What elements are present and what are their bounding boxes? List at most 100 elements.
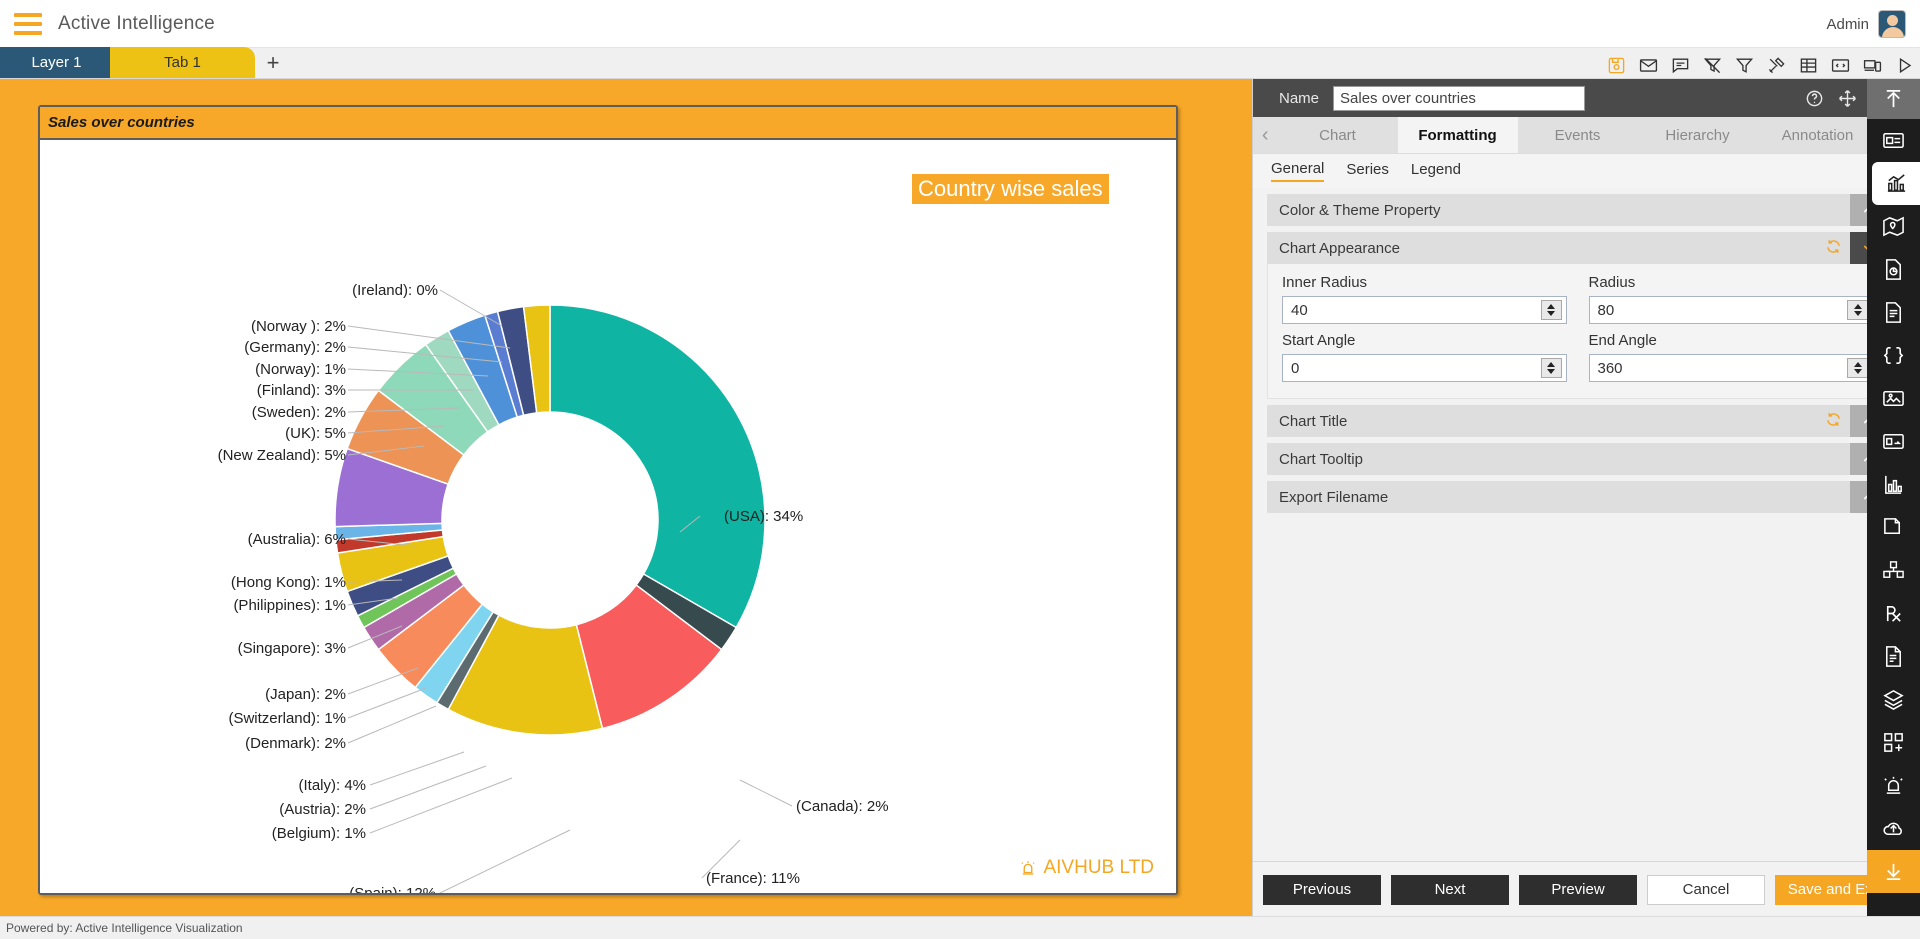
table-icon[interactable]	[1798, 55, 1818, 75]
field-end-angle: End Angle	[1588, 332, 1873, 382]
pie-label: (New Zealand): 5%	[217, 447, 346, 464]
radius-input[interactable]	[1589, 297, 1847, 323]
avatar-icon[interactable]	[1878, 10, 1906, 38]
download-icon[interactable]	[1867, 850, 1920, 893]
panel-footer: Previous Next Preview Cancel Save and Ex…	[1253, 861, 1903, 917]
start-angle-label: Start Angle	[1282, 332, 1356, 349]
pie-label: (Germany): 2%	[244, 339, 346, 356]
radius-stepper[interactable]	[1588, 296, 1873, 324]
tab-events[interactable]: Events	[1517, 117, 1638, 153]
section-body: Inner Radius Radius Start Angle	[1267, 264, 1888, 399]
stepper-arrows-icon[interactable]	[1847, 358, 1868, 378]
comment-icon[interactable]	[1670, 55, 1690, 75]
devices-icon[interactable]	[1862, 55, 1882, 75]
section-header[interactable]: Chart Appearance	[1267, 232, 1888, 264]
map-icon[interactable]	[1867, 205, 1920, 248]
stepper-arrows-icon[interactable]	[1540, 358, 1562, 378]
user-area[interactable]: Admin	[1826, 0, 1906, 48]
subtab-legend[interactable]: Legend	[1411, 161, 1461, 181]
section-title: Color & Theme Property	[1279, 201, 1441, 219]
chart-area: Country wise sales (Ireland): 0% (Norway…	[40, 140, 1176, 895]
pie-label: (Japan): 2%	[265, 686, 346, 703]
refresh-icon[interactable]	[1825, 238, 1842, 259]
end-angle-input[interactable]	[1589, 355, 1847, 381]
move-icon[interactable]	[1837, 88, 1857, 108]
section-color-theme: Color & Theme Property	[1267, 194, 1888, 226]
layers-icon[interactable]	[1867, 678, 1920, 721]
tab-strip: Layer 1 Tab 1 +	[0, 47, 1920, 79]
section-header[interactable]: Chart Title	[1267, 405, 1888, 437]
chevron-left-icon[interactable]: ‹	[1253, 117, 1278, 153]
help-icon[interactable]	[1804, 88, 1824, 108]
pie-label: (France): 11%	[706, 870, 800, 887]
tab-annotation[interactable]: Annotation	[1757, 117, 1878, 153]
report-icon[interactable]	[1867, 248, 1920, 291]
collapse-up-icon[interactable]	[1867, 79, 1920, 119]
filter-icon[interactable]	[1734, 55, 1754, 75]
preview-button[interactable]: Preview	[1519, 874, 1637, 905]
section-chart-appearance: Chart Appearance Inner Radius Radius	[1267, 232, 1888, 399]
section-header[interactable]: Chart Tooltip	[1267, 443, 1888, 475]
prescription-icon[interactable]	[1867, 592, 1920, 635]
page-tab[interactable]: Tab 1	[110, 47, 255, 78]
tab-chart[interactable]: Chart	[1277, 117, 1398, 153]
pie-slice[interactable]	[549, 304, 766, 629]
cloud-upload-icon[interactable]	[1867, 807, 1920, 850]
tools-icon[interactable]	[1766, 55, 1786, 75]
cancel-button[interactable]: Cancel	[1647, 874, 1765, 905]
previous-button[interactable]: Previous	[1263, 874, 1381, 905]
image-icon[interactable]	[1867, 377, 1920, 420]
end-angle-stepper[interactable]	[1588, 354, 1873, 382]
tab-formatting[interactable]: Formatting	[1397, 117, 1518, 153]
chart-icon[interactable]	[1872, 162, 1920, 205]
pie-label: (Spain): 12%	[349, 885, 436, 895]
code-icon[interactable]	[1830, 55, 1850, 75]
panel-subtab-row: General Series Legend	[1253, 154, 1902, 188]
next-button[interactable]: Next	[1391, 874, 1509, 905]
document-icon[interactable]	[1867, 291, 1920, 334]
add-tab-button[interactable]: +	[255, 47, 291, 78]
pie-label: (Switzerland): 1%	[228, 710, 346, 727]
card-icon[interactable]	[1867, 119, 1920, 162]
layer-tab[interactable]: Layer 1	[0, 47, 113, 78]
mail-icon[interactable]	[1638, 55, 1658, 75]
section-header[interactable]: Color & Theme Property	[1267, 194, 1888, 226]
chart-card-header: Sales over countries	[40, 107, 1176, 140]
form-icon[interactable]	[1867, 420, 1920, 463]
alarm-icon[interactable]	[1867, 764, 1920, 807]
page-icon[interactable]	[1867, 635, 1920, 678]
add-grid-icon[interactable]	[1867, 721, 1920, 764]
statusbar: Powered by: Active Intelligence Visualiz…	[0, 916, 1920, 939]
refresh-icon[interactable]	[1825, 411, 1842, 432]
subtab-series[interactable]: Series	[1346, 161, 1389, 181]
panel-tab-row: ‹ Chart Formatting Events Hierarchy Anno…	[1253, 117, 1902, 154]
cubes-icon[interactable]	[1867, 549, 1920, 592]
section-title: Chart Appearance	[1279, 239, 1400, 257]
subtab-general[interactable]: General	[1271, 160, 1325, 182]
tab-hierarchy[interactable]: Hierarchy	[1637, 117, 1758, 153]
pie-label: (Denmark): 2%	[245, 735, 346, 752]
clear-filter-icon[interactable]	[1702, 55, 1722, 75]
inner-radius-input[interactable]	[1283, 297, 1541, 323]
save-icon[interactable]	[1606, 55, 1626, 75]
stepper-arrows-icon[interactable]	[1540, 300, 1562, 320]
inner-radius-stepper[interactable]	[1282, 296, 1567, 324]
start-angle-stepper[interactable]	[1282, 354, 1567, 382]
section-header[interactable]: Export Filename	[1267, 481, 1888, 513]
stepper-arrows-icon[interactable]	[1847, 300, 1868, 320]
pie-label: (Norway): 1%	[255, 361, 346, 378]
pie-label: (Singapore): 3%	[237, 640, 346, 657]
chart-card[interactable]: Sales over countries Country wise sales …	[38, 105, 1178, 895]
copy-icon[interactable]	[1867, 506, 1920, 549]
start-angle-input[interactable]	[1283, 355, 1541, 381]
pie-label: (Italy): 4%	[298, 777, 366, 794]
name-input[interactable]	[1333, 85, 1586, 111]
section-title: Chart Tooltip	[1279, 450, 1363, 468]
bar-chart-icon[interactable]	[1867, 463, 1920, 506]
hamburger-icon[interactable]	[14, 12, 42, 35]
pie-label: (Philippines): 1%	[233, 597, 346, 614]
code-braces-icon[interactable]	[1867, 334, 1920, 377]
field-inner-radius: Inner Radius	[1282, 274, 1567, 324]
pie-label: (Austria): 2%	[279, 801, 366, 818]
play-icon[interactable]	[1894, 55, 1914, 75]
